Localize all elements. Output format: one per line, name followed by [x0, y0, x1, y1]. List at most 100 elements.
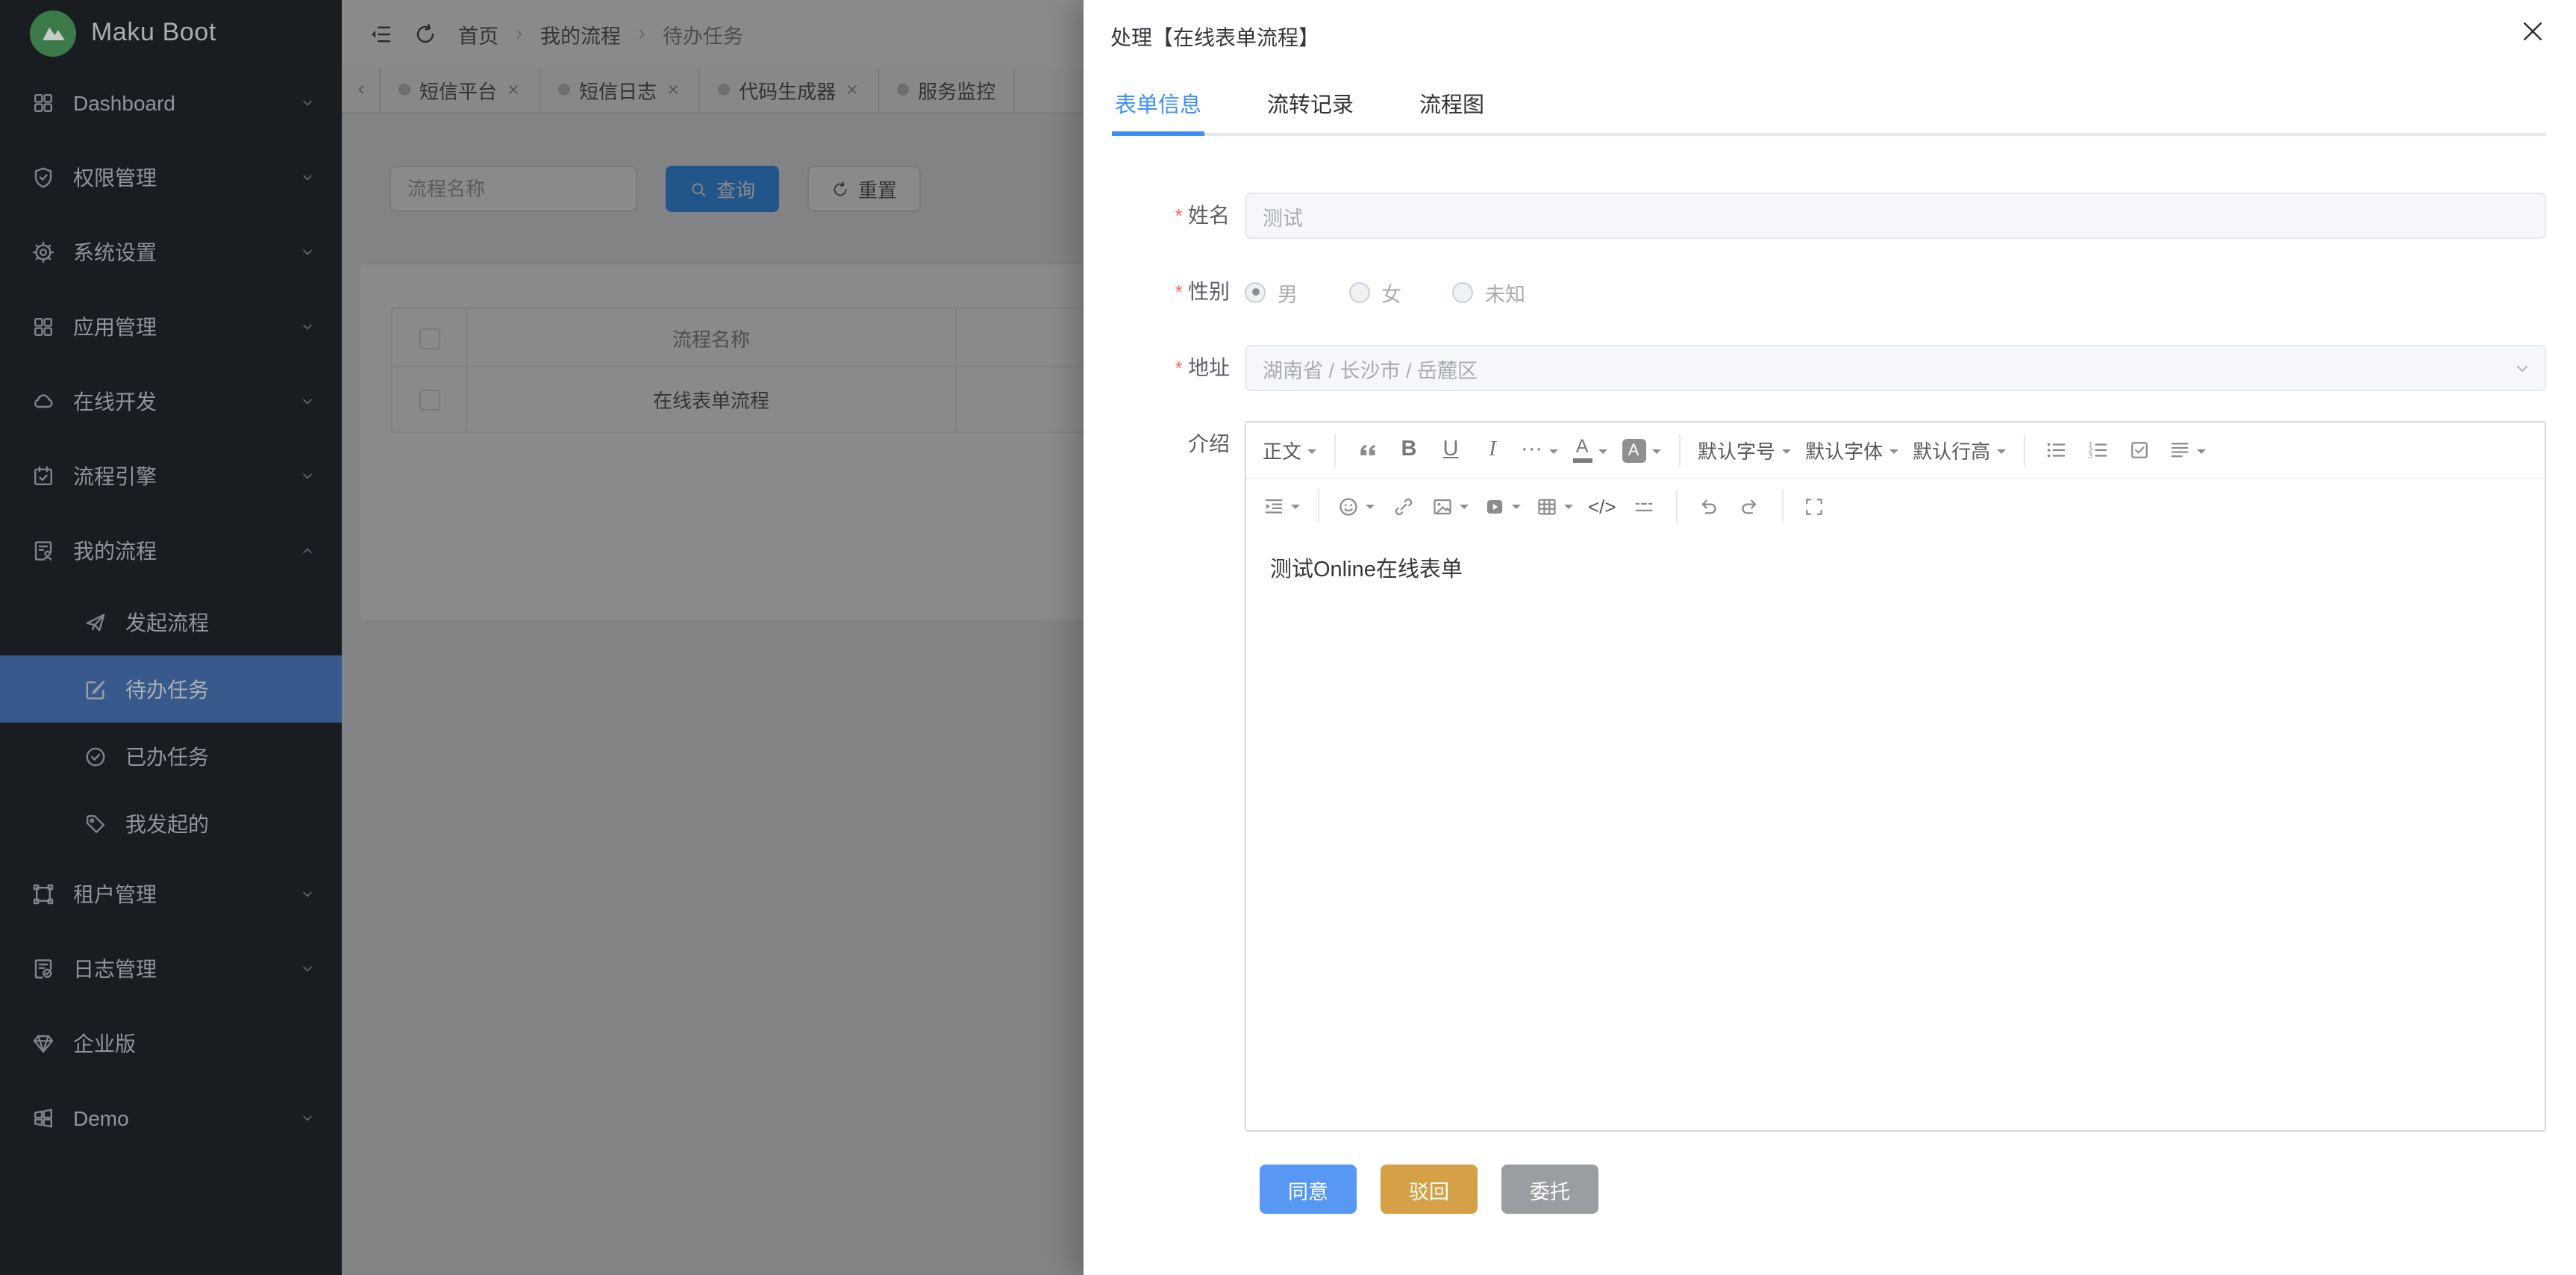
sidebar-item-permissions[interactable]: 权限管理	[0, 140, 342, 215]
reject-button[interactable]: 驳回	[1381, 1165, 1478, 1214]
close-icon[interactable]	[666, 82, 681, 97]
agree-button[interactable]: 同意	[1260, 1165, 1357, 1214]
chevron-left-icon	[353, 82, 368, 97]
sidebar-item-todo-tasks[interactable]: 待办任务	[0, 655, 342, 723]
name-field[interactable]: 测试	[1245, 193, 2546, 239]
name-value: 测试	[1263, 201, 1303, 231]
emoji-dropdown[interactable]	[1330, 485, 1382, 527]
bold-button[interactable]: B	[1388, 429, 1430, 471]
italic-button[interactable]: I	[1472, 429, 1513, 471]
bg-color-dropdown[interactable]: A	[1614, 429, 1668, 471]
sidebar-item-my-initiated[interactable]: 我发起的	[0, 790, 342, 857]
close-icon[interactable]	[845, 82, 860, 97]
page-tab-service-monitor[interactable]: 服务监控	[879, 67, 1015, 112]
radio-female[interactable]: 女	[1348, 277, 1401, 307]
radio-unknown[interactable]: 未知	[1452, 277, 1525, 307]
caret-down-icon	[1512, 505, 1521, 514]
paragraph-style-dropdown[interactable]: 正文	[1255, 429, 1324, 471]
sidebar-item-online-dev[interactable]: 在线开发	[0, 364, 342, 439]
tab-form-info[interactable]: 表单信息	[1115, 73, 1201, 133]
header-checkbox-cell	[392, 308, 466, 367]
video-dropdown[interactable]	[1476, 485, 1528, 527]
editor-content[interactable]: 测试Online在线表单	[1246, 533, 2545, 1130]
divider-button[interactable]	[1624, 485, 1666, 527]
radio-dot-icon	[1452, 281, 1473, 302]
intro-label: 介绍	[1084, 421, 1245, 467]
breadcrumb-home[interactable]: 首页	[458, 19, 498, 49]
sidebar-item-start-process[interactable]: 发起流程	[0, 588, 342, 655]
caret-down-icon	[1564, 505, 1573, 514]
tabs-scroll-left-button[interactable]	[342, 67, 381, 112]
refresh-icon[interactable]	[413, 22, 437, 46]
process-name-input[interactable]	[390, 166, 637, 212]
sidebar-item-dashboard[interactable]: Dashboard	[0, 66, 342, 140]
reset-button[interactable]: 重置	[807, 166, 921, 212]
drawer-header: 处理【在线表单流程】	[1084, 0, 2576, 52]
image-dropdown[interactable]	[1424, 485, 1476, 527]
toolbar-divider	[2023, 434, 2025, 467]
radio-label: 未知	[1485, 277, 1525, 307]
fullscreen-button[interactable]	[1794, 485, 1836, 527]
calendar-check-icon	[31, 464, 55, 488]
toolbar-divider	[1318, 490, 1319, 523]
delegate-button[interactable]: 委托	[1501, 1165, 1598, 1214]
more-styles-dropdown[interactable]: ···	[1513, 429, 1565, 471]
query-button[interactable]: 查询	[666, 166, 779, 212]
windows-grid-icon	[31, 1106, 55, 1130]
grid-icon	[31, 315, 55, 339]
quote-icon	[1356, 439, 1378, 461]
line-height-dropdown[interactable]: 默认行高	[1905, 429, 2013, 471]
todo-list-button[interactable]	[2119, 429, 2160, 471]
sidebar-item-label: 应用管理	[73, 312, 157, 342]
sidebar-item-done-tasks[interactable]: 已办任务	[0, 723, 342, 790]
bg-color-icon: A	[1622, 438, 1645, 462]
sidebar-item-app-management[interactable]: 应用管理	[0, 290, 342, 364]
sidebar-item-enterprise[interactable]: 企业版	[0, 1006, 342, 1081]
numbered-list-button[interactable]: 123	[2077, 429, 2119, 471]
sidebar-item-log-management[interactable]: 日志管理	[0, 932, 342, 1006]
undo-button[interactable]	[1688, 485, 1730, 527]
radio-male[interactable]: 男	[1245, 277, 1298, 307]
page-tab-sms-platform[interactable]: 短信平台	[381, 67, 540, 112]
page-tab-sms-log[interactable]: 短信日志	[540, 67, 700, 112]
sidebar-item-system-settings[interactable]: 系统设置	[0, 215, 342, 290]
close-icon[interactable]	[2519, 18, 2546, 45]
redo-button[interactable]	[1730, 485, 1772, 527]
select-all-checkbox[interactable]	[419, 328, 440, 349]
tab-flow-diagram[interactable]: 流程图	[1419, 73, 1484, 133]
query-button-label: 查询	[716, 175, 755, 203]
sidebar-item-tenant-management[interactable]: 租户管理	[0, 857, 342, 932]
font-family-dropdown[interactable]: 默认字体	[1798, 429, 1905, 471]
page-tab-code-generator[interactable]: 代码生成器	[700, 67, 879, 112]
underline-button[interactable]: U	[1430, 429, 1472, 471]
chevron-down-icon	[300, 887, 315, 902]
chevron-up-icon	[300, 543, 315, 558]
video-icon	[1484, 495, 1506, 517]
app-logo[interactable]: Maku Boot	[0, 0, 342, 66]
caret-down-icon	[1291, 505, 1300, 514]
table-dropdown[interactable]	[1528, 485, 1581, 527]
address-select[interactable]: 湖南省 / 长沙市 / 岳麓区	[1245, 345, 2546, 391]
table-icon	[1536, 495, 1558, 517]
code-button[interactable]: </>	[1581, 485, 1624, 527]
underline-label: U	[1443, 440, 1459, 461]
row-checkbox[interactable]	[419, 390, 440, 411]
bullet-list-button[interactable]	[2035, 429, 2077, 471]
link-button[interactable]	[1382, 485, 1424, 527]
align-dropdown[interactable]	[2160, 429, 2213, 471]
close-icon[interactable]	[506, 82, 521, 97]
blockquote-button[interactable]	[1346, 429, 1388, 471]
breadcrumb-section[interactable]: 我的流程	[540, 19, 621, 49]
font-size-dropdown[interactable]: 默认字号	[1690, 429, 1798, 471]
font-color-dropdown[interactable]: A	[1565, 429, 1614, 471]
chevron-right-icon	[512, 26, 527, 41]
indent-dropdown[interactable]	[1255, 485, 1307, 527]
sidebar-item-demo[interactable]: Demo	[0, 1081, 342, 1156]
tab-dot-icon	[897, 84, 909, 96]
sidebar-item-my-process[interactable]: 我的流程	[0, 514, 342, 588]
redo-icon	[1739, 495, 1762, 517]
tab-flow-records[interactable]: 流转记录	[1267, 73, 1354, 133]
sidebar-item-process-engine[interactable]: 流程引擎	[0, 439, 342, 514]
sidebar-fold-icon[interactable]	[369, 22, 393, 46]
sidebar-item-label: 租户管理	[73, 879, 157, 909]
